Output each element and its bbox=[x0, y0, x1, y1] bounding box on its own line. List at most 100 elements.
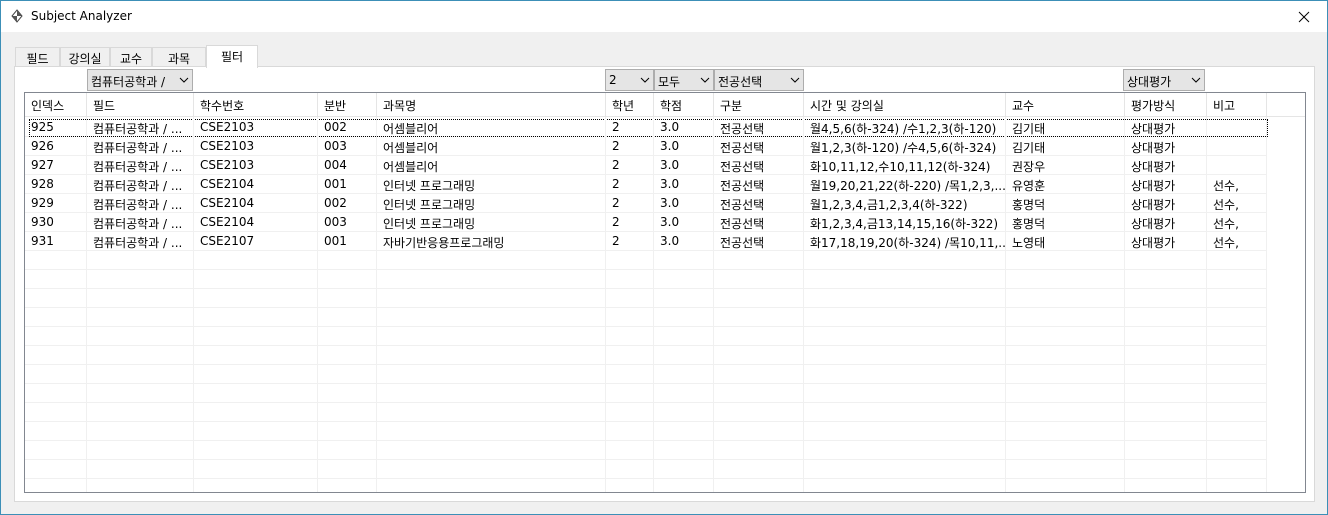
cell-index: 929 bbox=[25, 194, 87, 213]
cell-course-name: 인터넷 프로그래밍 bbox=[377, 194, 606, 213]
cell-field: 컴퓨터공학과 / ... bbox=[87, 194, 194, 213]
grid-line bbox=[803, 117, 804, 492]
column-header-category[interactable]: 구분 bbox=[714, 93, 804, 117]
table-row[interactable]: 930 컴퓨터공학과 / ... CSE2104 003 인터넷 프로그래밍 2 3.0 전공… bbox=[25, 213, 1267, 232]
field-filter-combo[interactable]: 컴퓨터공학과 / bbox=[87, 69, 193, 91]
grid-line bbox=[376, 117, 377, 492]
cell-professor: 홍명덕 bbox=[1006, 213, 1125, 232]
cell-time-room: 월1,2,3,4,금1,2,3,4(하-322) bbox=[804, 194, 1006, 213]
cell-section: 003 bbox=[318, 137, 377, 156]
cell-evaluation: 상대평가 bbox=[1125, 232, 1207, 251]
chevron-down-icon bbox=[640, 77, 650, 83]
table-row[interactable]: 929 컴퓨터공학과 / ... CSE2104 002 인터넷 프로그래밍 2 3.0 전공… bbox=[25, 194, 1267, 213]
credit-filter-value: 모두 bbox=[658, 75, 681, 89]
column-header-course-code[interactable]: 학수번호 bbox=[194, 93, 318, 117]
table-row[interactable]: 927 컴퓨터공학과 / ... CSE2103 004 어셈블리어 2 3.0 전공선택 화1… bbox=[25, 156, 1267, 175]
grid-line bbox=[605, 117, 606, 492]
table-row[interactable]: 928 컴퓨터공학과 / ... CSE2104 001 인터넷 프로그래밍 2 3.0 전공… bbox=[25, 175, 1267, 194]
column-header-evaluation[interactable]: 평가방식 bbox=[1125, 93, 1207, 117]
cell-course-name: 어셈블리어 bbox=[377, 118, 606, 137]
grid-line bbox=[1124, 117, 1125, 492]
title-bar[interactable]: Subject Analyzer bbox=[1, 1, 1327, 32]
cell-note bbox=[1207, 118, 1267, 137]
table-header: 인덱스 필드 학수번호 분반 과목명 학년 학점 구분 시간 및 강의실 교수 평가방식 비고 bbox=[25, 93, 1305, 117]
column-header-course-name[interactable]: 과목명 bbox=[377, 93, 606, 117]
cell-category: 전공선택 bbox=[714, 194, 804, 213]
cell-grade: 2 bbox=[606, 213, 654, 232]
tab-field[interactable]: 필드 bbox=[15, 47, 60, 67]
evaluation-filter-combo[interactable]: 상대평가 bbox=[1123, 69, 1205, 91]
category-filter-value: 전공선택 bbox=[718, 75, 763, 89]
cell-category: 전공선택 bbox=[714, 156, 804, 175]
cell-time-room: 화1,2,3,4,금13,14,15,16(하-322) bbox=[804, 213, 1006, 232]
column-header-index[interactable]: 인덱스 bbox=[25, 93, 87, 117]
cell-field: 컴퓨터공학과 / ... bbox=[87, 118, 194, 137]
close-button[interactable] bbox=[1281, 1, 1327, 32]
close-icon bbox=[1298, 11, 1310, 22]
grid-line bbox=[25, 326, 1267, 327]
table-row[interactable]: 926 컴퓨터공학과 / ... CSE2103 003 어셈블리어 2 3.0 전공선택 월1… bbox=[25, 137, 1267, 156]
column-header-section[interactable]: 분반 bbox=[318, 93, 377, 117]
table-row[interactable]: 931 컴퓨터공학과 / ... CSE2107 001 자바기반응용프로그래밍 2 3.0… bbox=[25, 232, 1267, 251]
tab-professor[interactable]: 교수 bbox=[110, 47, 152, 67]
cell-index: 925 bbox=[25, 118, 87, 137]
cell-evaluation: 상대평가 bbox=[1125, 175, 1207, 194]
cell-course-code: CSE2103 bbox=[194, 137, 318, 156]
cell-evaluation: 상대평가 bbox=[1125, 213, 1207, 232]
column-header-field[interactable]: 필드 bbox=[87, 93, 194, 117]
column-header-time-room[interactable]: 시간 및 강의실 bbox=[804, 93, 1006, 117]
tab-subject[interactable]: 과목 bbox=[152, 47, 206, 67]
cell-professor: 홍명덕 bbox=[1006, 194, 1125, 213]
category-filter-combo[interactable]: 전공선택 bbox=[714, 69, 804, 91]
cell-note: 선수, bbox=[1207, 175, 1267, 194]
grid-line bbox=[25, 269, 1267, 270]
grid-line bbox=[25, 345, 1267, 346]
grid-line bbox=[25, 402, 1267, 403]
grid-line bbox=[25, 364, 1267, 365]
cell-section: 002 bbox=[318, 118, 377, 137]
grade-filter-combo[interactable]: 2 bbox=[605, 69, 654, 91]
chevron-down-icon bbox=[1191, 77, 1201, 83]
cell-note: 선수, bbox=[1207, 194, 1267, 213]
cell-grade: 2 bbox=[606, 156, 654, 175]
cell-section: 002 bbox=[318, 194, 377, 213]
cell-section: 004 bbox=[318, 156, 377, 175]
cell-note: 선수, bbox=[1207, 232, 1267, 251]
tab-classroom[interactable]: 강의실 bbox=[60, 47, 110, 67]
chevron-down-icon bbox=[790, 77, 800, 83]
cell-course-name: 어셈블리어 bbox=[377, 137, 606, 156]
cell-course-name: 어셈블리어 bbox=[377, 156, 606, 175]
cell-index: 928 bbox=[25, 175, 87, 194]
cell-field: 컴퓨터공학과 / ... bbox=[87, 137, 194, 156]
cell-note: 선수, bbox=[1207, 213, 1267, 232]
chevron-down-icon bbox=[179, 77, 189, 83]
cell-course-code: CSE2104 bbox=[194, 194, 318, 213]
cell-course-name: 인터넷 프로그래밍 bbox=[377, 175, 606, 194]
cell-credit: 3.0 bbox=[654, 232, 714, 251]
cell-professor: 김기태 bbox=[1006, 118, 1125, 137]
cell-grade: 2 bbox=[606, 194, 654, 213]
cell-field: 컴퓨터공학과 / ... bbox=[87, 232, 194, 251]
credit-filter-combo[interactable]: 모두 bbox=[654, 69, 714, 91]
column-header-credit[interactable]: 학점 bbox=[654, 93, 714, 117]
cell-evaluation: 상대평가 bbox=[1125, 118, 1207, 137]
grid-line bbox=[713, 117, 714, 492]
app-window: Subject Analyzer 필드 강의실 교수 과목 필터 컴퓨터공학과 … bbox=[0, 0, 1328, 515]
cell-time-room: 월4,5,6(하-324) /수1,2,3(하-120) bbox=[804, 118, 1006, 137]
table-row[interactable]: 925 컴퓨터공학과 / ... CSE2103 002 어셈블리어 2 3.0 전공선택 월4… bbox=[25, 118, 1267, 137]
grid-line bbox=[25, 478, 1267, 479]
column-header-grade[interactable]: 학년 bbox=[606, 93, 654, 117]
cell-professor: 김기태 bbox=[1006, 137, 1125, 156]
cell-evaluation: 상대평가 bbox=[1125, 194, 1207, 213]
tab-filter[interactable]: 필터 bbox=[206, 45, 258, 68]
cell-credit: 3.0 bbox=[654, 137, 714, 156]
cell-category: 전공선택 bbox=[714, 175, 804, 194]
cell-grade: 2 bbox=[606, 118, 654, 137]
column-header-professor[interactable]: 교수 bbox=[1006, 93, 1125, 117]
cell-category: 전공선택 bbox=[714, 213, 804, 232]
cell-section: 001 bbox=[318, 232, 377, 251]
column-header-note[interactable]: 비고 bbox=[1207, 93, 1267, 117]
cell-credit: 3.0 bbox=[654, 118, 714, 137]
cell-time-room: 월1,2,3(하-120) /수4,5,6(하-324) bbox=[804, 137, 1006, 156]
course-table[interactable]: 인덱스 필드 학수번호 분반 과목명 학년 학점 구분 시간 및 강의실 교수 평가방식 비고 925… bbox=[24, 92, 1306, 493]
